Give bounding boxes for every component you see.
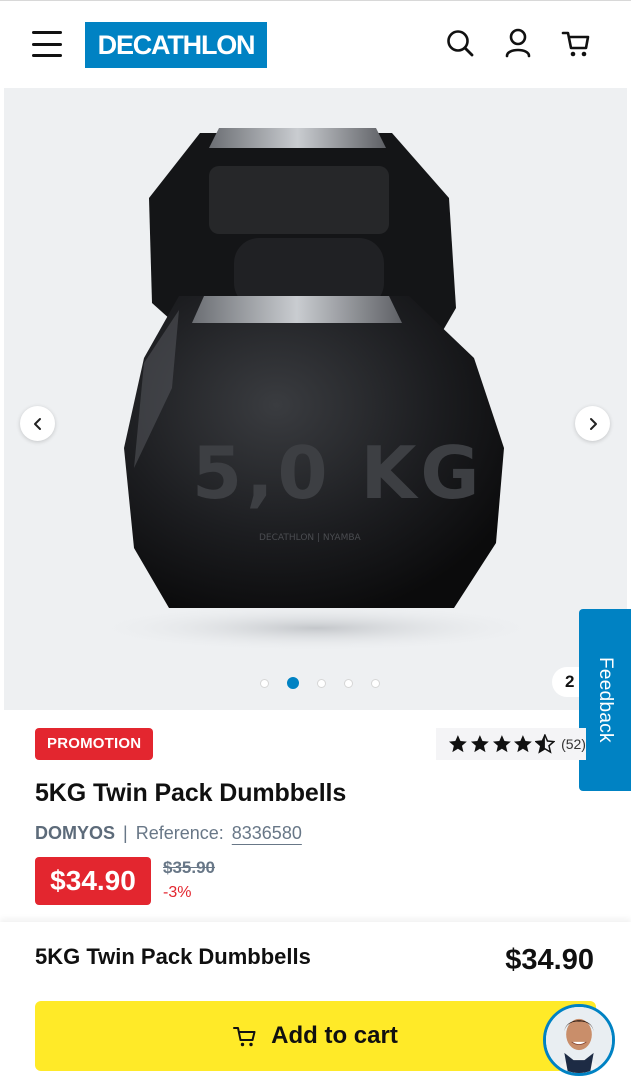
product-title: 5KG Twin Pack Dumbbells [35, 779, 347, 807]
gallery-dot[interactable] [260, 678, 269, 688]
sticky-product-title: 5KG Twin Pack Dumbbells [35, 944, 311, 969]
user-icon[interactable] [503, 27, 533, 59]
original-price: $35.90 [163, 858, 215, 877]
reference-label: Reference: [135, 823, 224, 843]
svg-text:DECATHLON | NYAMBA: DECATHLON | NYAMBA [259, 533, 362, 543]
add-to-cart-button[interactable]: Add to cart [35, 1001, 596, 1071]
menu-icon[interactable] [32, 31, 62, 57]
gallery-dot[interactable] [371, 678, 380, 688]
feedback-tab[interactable]: Feedback [579, 609, 631, 791]
chat-assistant-avatar[interactable] [543, 1004, 615, 1076]
star-half-icon [535, 734, 556, 754]
cart-icon[interactable] [561, 27, 591, 59]
gallery-dot[interactable] [344, 678, 353, 688]
star-full-icon [514, 735, 533, 753]
current-price: $34.90 [35, 857, 151, 905]
site-header: DECATHLON [0, 0, 631, 88]
promotion-badge: PROMOTION [35, 728, 154, 760]
cart-icon [233, 1027, 256, 1047]
search-icon[interactable] [445, 27, 475, 59]
rating-count: (52) [561, 736, 586, 752]
gallery-prev-button[interactable] [20, 406, 55, 441]
add-to-cart-label: Add to cart [271, 1022, 398, 1049]
gallery-pagination [260, 677, 380, 689]
gallery-dot-active[interactable] [287, 677, 299, 689]
gallery-next-button[interactable] [575, 406, 610, 441]
reference-number[interactable]: 8336580 [232, 823, 302, 844]
decathlon-logo[interactable]: DECATHLON [85, 22, 267, 68]
svg-text:5,0 KG: 5,0 KG [192, 431, 484, 515]
star-full-icon [470, 735, 489, 753]
dumbbell-image: 5,0 KG DECATHLON | NYAMBA [86, 128, 546, 652]
feedback-label: Feedback [595, 657, 616, 743]
brand-link[interactable]: DOMYOS [35, 823, 115, 844]
gallery-dot[interactable] [317, 678, 326, 688]
star-full-icon [448, 735, 467, 753]
sticky-cart-bar: 5KG Twin Pack Dumbbells $34.90 Add to ca… [0, 922, 631, 1080]
sticky-price: $34.90 [505, 944, 594, 976]
product-gallery[interactable]: 5,0 KG DECATHLON | NYAMBA 2 [4, 88, 627, 710]
rating-summary[interactable]: (52) [436, 728, 586, 760]
separator: | [123, 823, 128, 843]
star-full-icon [492, 735, 511, 753]
discount-percentage: -3% [163, 884, 192, 901]
brand-reference-line: DOMYOS | Reference: 8336580 [35, 823, 302, 844]
